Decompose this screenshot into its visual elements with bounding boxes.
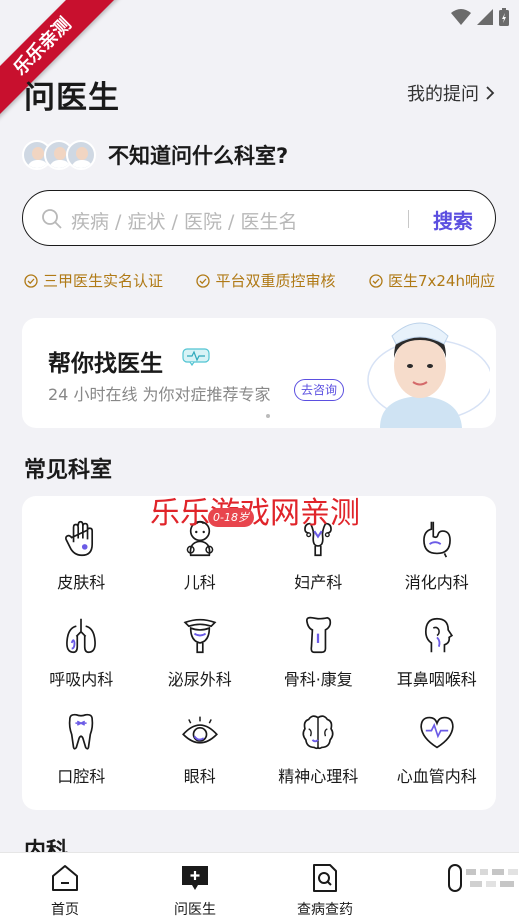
department-label: 泌尿外科 — [167, 670, 232, 689]
department-label: 消化内科 — [404, 573, 469, 592]
page-title: 问医生 — [24, 80, 120, 116]
tab-disease-drug-lookup[interactable]: 查病查药 — [260, 853, 390, 924]
department-label: 耳鼻咽喉科 — [396, 670, 477, 689]
document-search-icon — [313, 864, 337, 892]
department-gastroenterology[interactable]: 消化内科 — [378, 518, 497, 593]
check-circle-icon — [196, 273, 211, 288]
department-question[interactable]: 不知道问什么科室? — [22, 140, 288, 170]
signal-icon — [477, 9, 493, 25]
tab-home[interactable]: 首页 — [0, 853, 130, 924]
badge-label: 平台双重质控审核 — [215, 272, 336, 290]
doctor-avatars — [22, 140, 96, 170]
department-respiratory[interactable]: 呼吸内科 — [22, 615, 141, 690]
wifi-icon — [451, 9, 471, 25]
eye-icon — [181, 716, 218, 744]
department-ent[interactable]: 耳鼻咽喉科 — [378, 615, 497, 690]
search-box[interactable]: 疾病 / 症状 / 医院 / 医生名 搜索 — [22, 190, 496, 246]
carousel-indicator — [266, 414, 270, 418]
tab-label: 查病查药 — [297, 902, 353, 918]
badge-quality-review: 平台双重质控审核 — [196, 270, 336, 291]
department-urology[interactable]: 泌尿外科 — [141, 615, 260, 690]
promo-subtitle: 24 小时在线 为你对症推荐专家 — [48, 385, 271, 404]
uterus-icon — [304, 522, 333, 557]
bladder-icon — [183, 618, 217, 654]
badge-verified-doctors: 三甲医生实名认证 — [24, 270, 163, 291]
tooth-icon — [68, 713, 94, 750]
department-label: 呼吸内科 — [49, 670, 114, 689]
department-ophthalmology[interactable]: 眼科 — [141, 712, 260, 787]
find-doctor-card[interactable]: 帮你找医生 24 小时在线 为你对症推荐专家 去咨询 — [22, 318, 496, 428]
head-throat-icon — [424, 617, 453, 653]
age-badge: 0-18岁 — [208, 508, 254, 527]
lungs-icon — [66, 618, 97, 654]
nurse-illustration — [367, 322, 490, 428]
pixelated-overlay — [466, 869, 518, 887]
heart-icon — [420, 716, 454, 749]
department-dental[interactable]: 口腔科 — [22, 712, 141, 787]
badge-label: 三甲医生实名认证 — [43, 272, 164, 290]
badge-24h-response: 医生7x24h响应 — [369, 270, 495, 291]
badge-label: 医生7x24h响应 — [387, 272, 495, 290]
trust-badges: 三甲医生实名认证 平台双重质控审核 医生7x24h响应 — [24, 270, 495, 291]
department-obstetrics-gynecology[interactable]: 妇产科 — [259, 518, 378, 593]
chat-plus-icon — [182, 866, 208, 890]
stomach-icon — [422, 521, 451, 558]
search-button[interactable]: 搜索 — [433, 205, 473, 234]
tab-ask-doctor[interactable]: 问医生 — [130, 853, 260, 924]
department-label: 骨科·康复 — [283, 670, 353, 689]
check-circle-icon — [369, 273, 383, 288]
section-title-common-departments: 常见科室 — [24, 458, 113, 483]
search-divider — [408, 210, 409, 228]
check-circle-icon — [24, 273, 38, 288]
department-label: 口腔科 — [57, 767, 106, 786]
tab-label: 首页 — [51, 902, 79, 918]
avatar — [66, 140, 96, 170]
department-question-text: 不知道问什么科室? — [108, 144, 289, 168]
battery-icon — [499, 8, 509, 26]
department-label: 儿科 — [183, 573, 216, 592]
department-label: 眼科 — [183, 767, 216, 786]
department-dermatology[interactable]: 皮肤科 — [22, 518, 141, 593]
search-input[interactable]: 疾病 / 症状 / 医院 / 医生名 — [71, 207, 297, 234]
department-grid-card: 皮肤科 儿科 妇产科 消化内科 呼吸内科 泌尿外科 骨科·康复 耳鼻咽喉科 口腔… — [22, 496, 496, 810]
chat-pulse-icon — [182, 348, 210, 366]
status-bar — [0, 0, 519, 34]
bone-icon — [306, 616, 332, 654]
consult-button[interactable]: 去咨询 — [294, 379, 345, 401]
tab-profile[interactable] — [390, 853, 519, 924]
department-label: 心血管内科 — [396, 767, 477, 786]
department-cardiology[interactable]: 心血管内科 — [378, 712, 497, 787]
tab-label: 问医生 — [174, 902, 216, 918]
department-orthopedics-rehab[interactable]: 骨科·康复 — [259, 615, 378, 690]
department-label: 妇产科 — [294, 573, 343, 592]
promo-title: 帮你找医生 — [48, 351, 163, 377]
search-icon — [42, 209, 62, 229]
my-questions-label: 我的提问 — [407, 84, 479, 105]
my-questions-link[interactable]: 我的提问 — [407, 80, 495, 106]
bottom-tab-bar: 首页 问医生 查病查药 — [0, 852, 519, 924]
department-label: 皮肤科 — [57, 573, 106, 592]
hand-icon — [65, 520, 94, 557]
chevron-right-icon — [486, 86, 495, 100]
department-label: 精神心理科 — [278, 767, 359, 786]
home-icon — [52, 865, 78, 891]
brain-icon — [302, 715, 334, 750]
department-psychiatry[interactable]: 精神心理科 — [259, 712, 378, 787]
header: 问医生 我的提问 — [24, 72, 495, 116]
department-pediatrics[interactable]: 儿科 — [141, 518, 260, 593]
